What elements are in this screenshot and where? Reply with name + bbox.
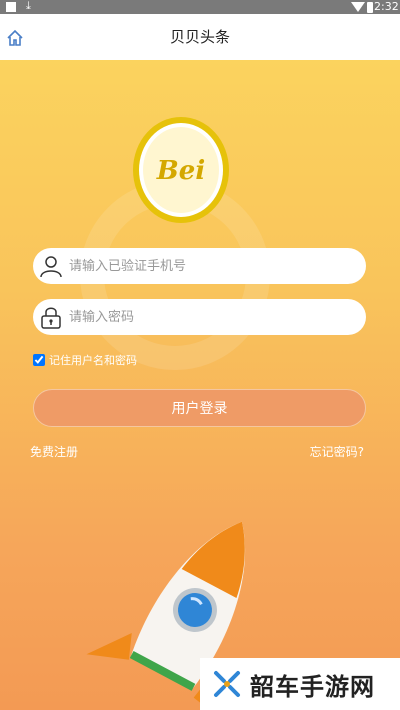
login-button[interactable]: 用户登录 <box>33 389 366 427</box>
nav-bar: 贝贝头条 <box>0 14 400 60</box>
forgot-password-link[interactable]: 忘记密码? <box>310 443 364 460</box>
phone-field[interactable] <box>33 248 366 284</box>
download-icon: ⤓ <box>26 0 31 12</box>
app-logo: Bei <box>133 117 229 223</box>
lock-icon <box>41 307 61 329</box>
remember-option[interactable]: 记住用户名和密码 <box>33 352 137 368</box>
watermark-text: 韶车手游网 <box>250 672 375 701</box>
wifi-icon <box>351 2 365 12</box>
logo-text: Bei <box>156 156 205 186</box>
notification-icon <box>6 2 16 12</box>
phone-input[interactable] <box>69 248 359 284</box>
status-time: 2:32 <box>374 0 399 13</box>
remember-checkbox[interactable] <box>33 354 45 366</box>
password-input[interactable] <box>69 299 359 335</box>
watermark-badge: 韶车手游网 <box>200 658 400 710</box>
watermark-logo-icon <box>214 671 240 697</box>
remember-label: 记住用户名和密码 <box>49 354 137 367</box>
page-title: 贝贝头条 <box>169 28 230 46</box>
login-screen: Bei 记住用户名和密码 用户登录 免费注册 忘记密码? <box>0 60 400 710</box>
user-icon <box>40 256 62 278</box>
battery-icon <box>367 2 373 13</box>
register-link[interactable]: 免费注册 <box>30 443 78 460</box>
password-field[interactable] <box>33 299 366 335</box>
status-bar: ⤓ 2:32 <box>0 0 400 14</box>
